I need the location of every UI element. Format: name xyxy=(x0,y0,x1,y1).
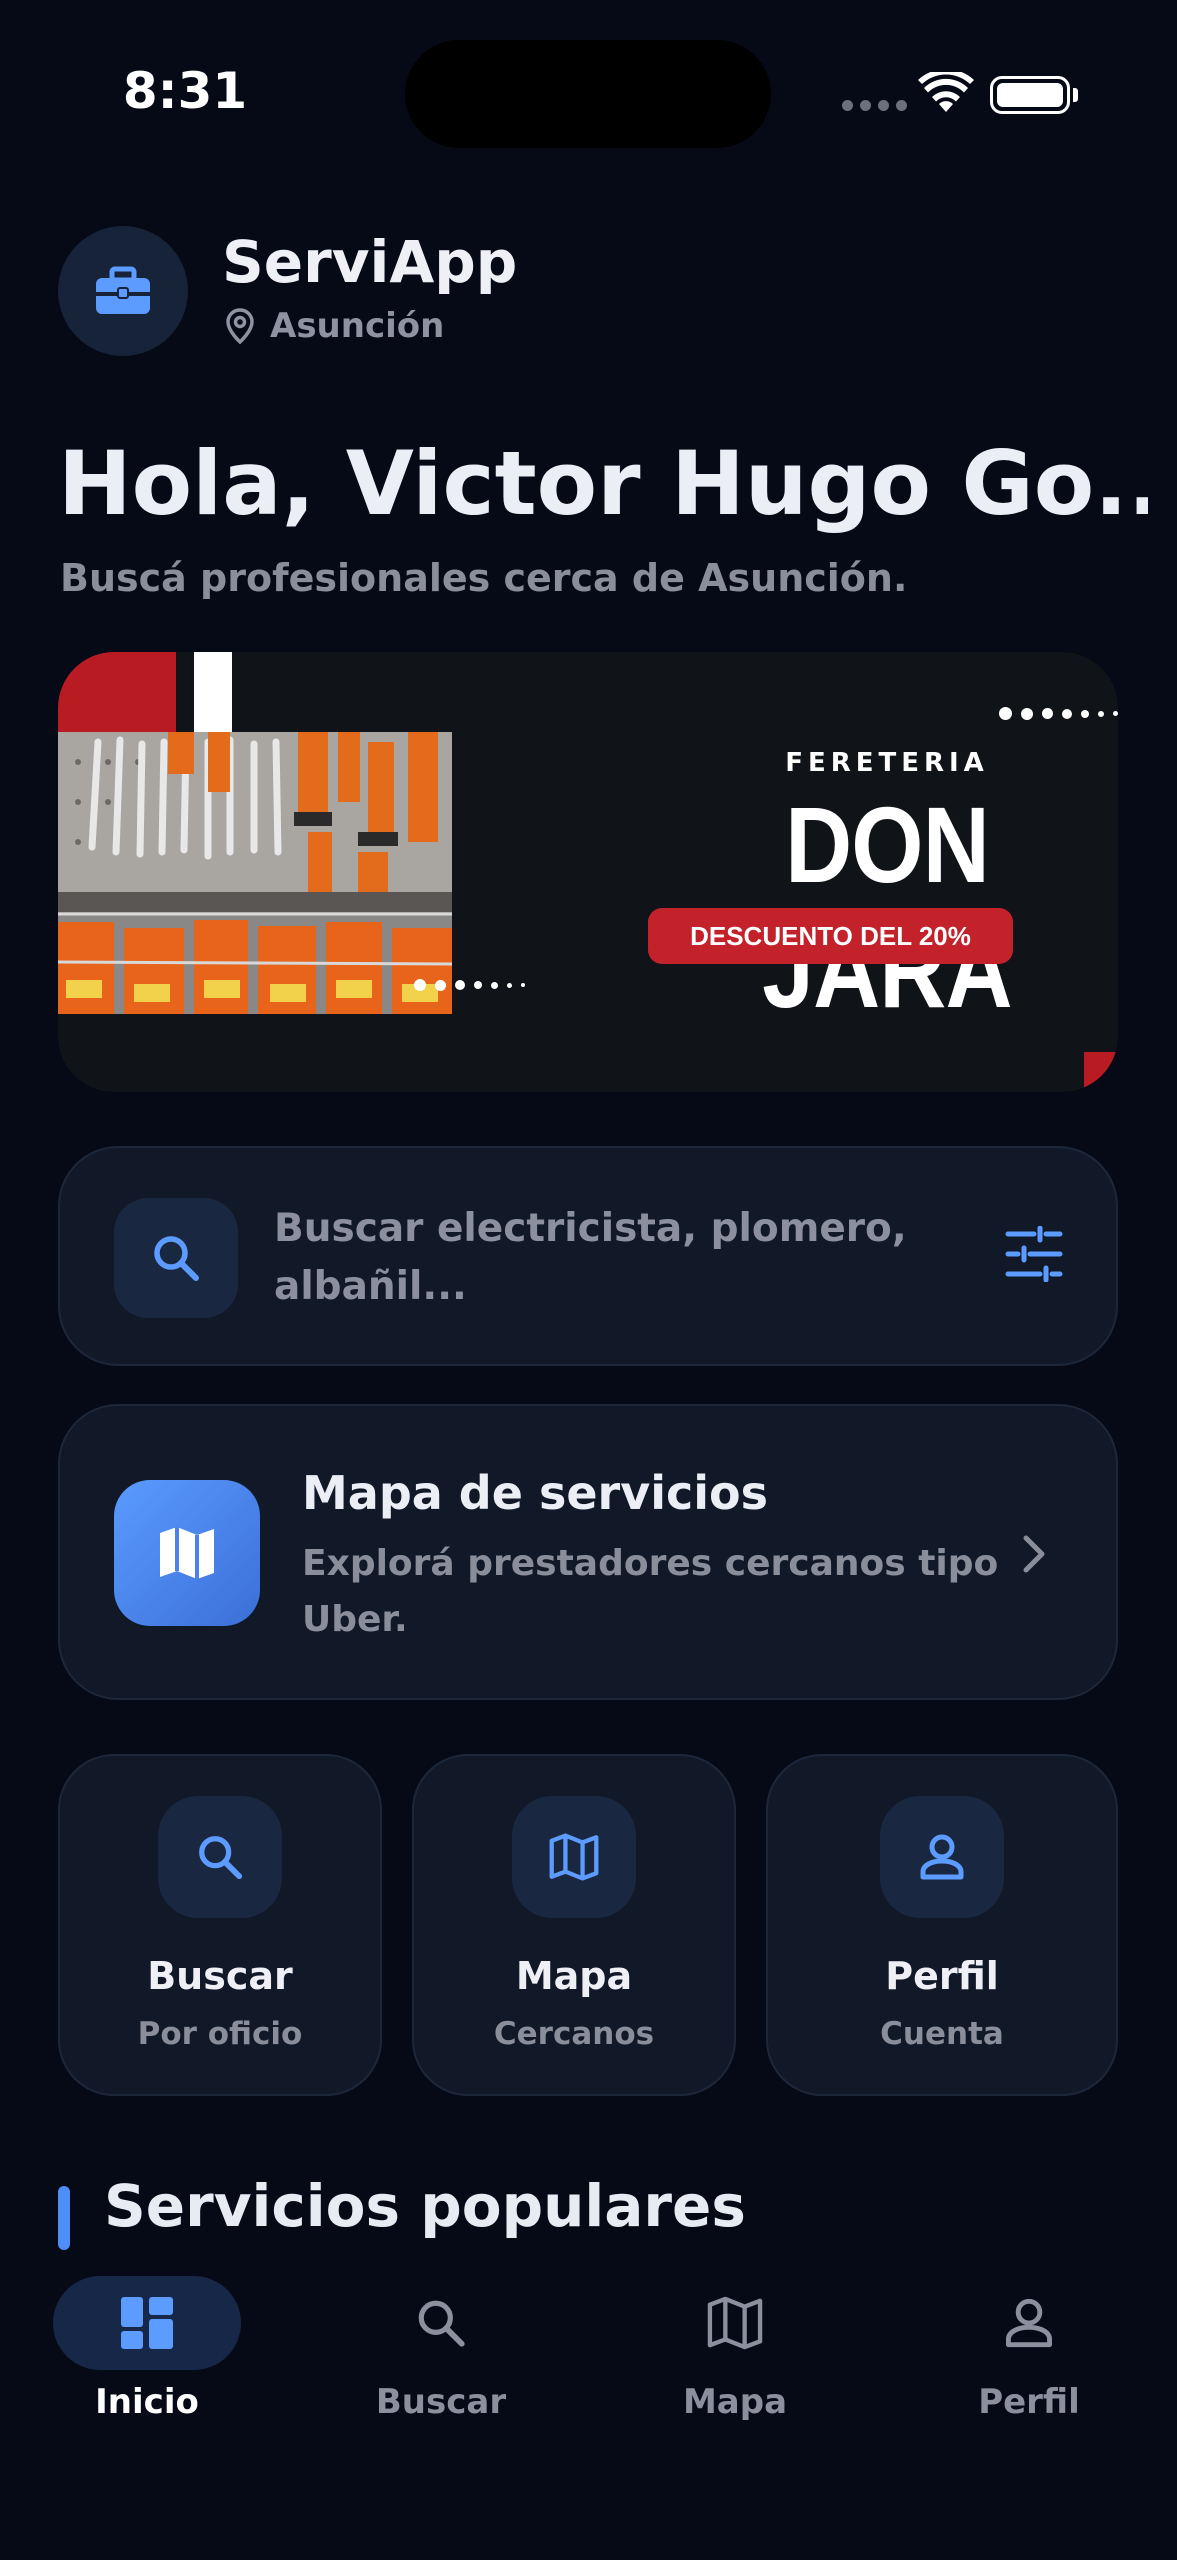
battery-tip xyxy=(1073,88,1078,102)
map-card-title: Mapa de servicios xyxy=(302,1466,768,1520)
nav-item-inicio[interactable]: Inicio xyxy=(37,2276,257,2422)
nav-item-perfil[interactable]: Perfil xyxy=(919,2276,1139,2422)
greeting-title: Hola, Victor Hugo Go... xyxy=(58,432,1148,535)
bottom-nav: Inicio Buscar Mapa Perfil xyxy=(0,2256,1177,2560)
search-icon xyxy=(199,1836,243,1880)
quick-action-title: Perfil xyxy=(885,1954,999,1998)
app-logo xyxy=(58,226,188,356)
greeting-subtitle: Buscá profesionales cerca de Asunción. xyxy=(60,556,908,600)
nav-item-buscar[interactable]: Buscar xyxy=(331,2276,551,2422)
nav-active-pill xyxy=(53,2276,241,2370)
filter-icon[interactable] xyxy=(1004,1225,1064,1286)
promo-banner[interactable]: FERETERIA DON JARA DESCUENTO DEL 20% xyxy=(58,652,1118,1092)
quick-action-subtitle: Cuenta xyxy=(880,2016,1004,2052)
banner-red-corner-bottom xyxy=(1084,1052,1118,1092)
nav-label: Inicio xyxy=(95,2382,199,2422)
banner-tools-photo xyxy=(58,732,452,1014)
nav-label: Perfil xyxy=(978,2382,1080,2422)
quick-action-title: Buscar xyxy=(147,1954,293,1998)
battery-icon xyxy=(990,76,1070,114)
banner-dots-top xyxy=(999,707,1118,720)
app-name: ServiApp xyxy=(222,228,518,296)
nav-pill xyxy=(641,2276,829,2370)
banner-red-corner xyxy=(58,652,176,732)
briefcase-icon xyxy=(96,266,150,314)
quick-action-title: Mapa xyxy=(515,1954,633,1998)
search-input[interactable]: Buscar electricista, plomero, albañil... xyxy=(274,1200,954,1316)
chevron-right-icon xyxy=(1022,1534,1046,1578)
location-pin-icon xyxy=(226,308,254,344)
nav-pill xyxy=(935,2276,1123,2370)
quick-action-subtitle: Cercanos xyxy=(493,2016,655,2052)
map-icon xyxy=(160,1527,214,1579)
search-icon xyxy=(418,2300,465,2347)
map-icon xyxy=(707,2296,763,2350)
map-card-subtitle: Explorá prestadores cercanos tipo Uber. xyxy=(302,1543,999,1640)
search-bar[interactable]: Buscar electricista, plomero, albañil... xyxy=(58,1146,1118,1366)
search-icon xyxy=(154,1236,199,1281)
quick-action-subtitle: Por oficio xyxy=(137,2016,303,2052)
map-icon-box xyxy=(114,1480,260,1626)
status-time: 8:31 xyxy=(122,62,248,120)
nav-item-mapa[interactable]: Mapa xyxy=(625,2276,845,2422)
section-accent-bar xyxy=(58,2186,70,2250)
map-icon xyxy=(549,1833,599,1881)
search-icon-box xyxy=(114,1198,238,1318)
nav-pill xyxy=(347,2276,535,2370)
quick-action-perfil[interactable]: Perfil Cuenta xyxy=(766,1754,1118,2096)
person-icon xyxy=(1005,2298,1053,2348)
dynamic-island xyxy=(405,40,771,148)
banner-dots-bottom xyxy=(414,979,525,991)
wifi-icon xyxy=(918,68,974,118)
quick-action-icon-box xyxy=(880,1796,1004,1918)
section-title: Servicios populares xyxy=(104,2172,746,2240)
quick-action-icon-box xyxy=(158,1796,282,1918)
nav-label: Buscar xyxy=(375,2382,507,2422)
quick-action-buscar[interactable]: Buscar Por oficio xyxy=(58,1754,382,2096)
cellular-signal-icon xyxy=(842,100,907,111)
nav-label: Mapa xyxy=(682,2382,788,2422)
quick-action-icon-box xyxy=(512,1796,636,1918)
quick-action-mapa[interactable]: Mapa Cercanos xyxy=(412,1754,736,2096)
person-icon xyxy=(920,1834,964,1880)
map-services-card[interactable]: Mapa de servicios Explorá prestadores ce… xyxy=(58,1404,1118,1700)
dashboard-icon xyxy=(121,2297,173,2349)
banner-discount-badge: DESCUENTO DEL 20% xyxy=(648,908,1013,964)
banner-white-stripe xyxy=(194,652,232,734)
banner-label: FERETERIA xyxy=(785,748,989,778)
banner-title: DON JARA xyxy=(762,784,1012,1030)
location-label: Asunción xyxy=(270,306,445,346)
location-row[interactable]: Asunción xyxy=(226,306,444,346)
